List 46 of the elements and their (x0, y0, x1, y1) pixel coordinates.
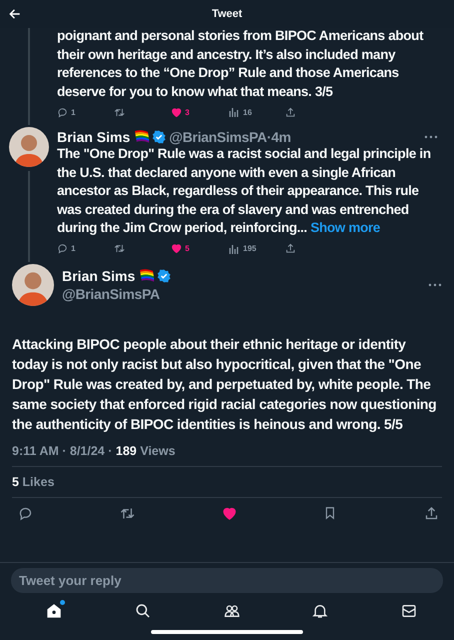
avatar[interactable] (8, 127, 48, 167)
people-icon[interactable] (224, 603, 240, 619)
share-icon[interactable] (285, 106, 296, 118)
verified-badge-icon (152, 130, 166, 144)
reply-icon[interactable] (57, 243, 68, 254)
reply-field[interactable]: Tweet your reply (11, 568, 443, 593)
bar-chart-icon[interactable] (228, 242, 240, 254)
author-handle: @BrianSimsPA (62, 286, 161, 302)
reply-count: 1 (71, 244, 76, 253)
back-arrow-icon[interactable] (8, 7, 22, 21)
header-title: Tweet (212, 8, 242, 20)
bar-chart-icon[interactable] (228, 106, 240, 118)
heart-icon[interactable] (222, 506, 236, 520)
rainbow-flag-icon (133, 130, 150, 144)
view-count: 16 (243, 108, 252, 116)
rainbow-flag-icon (138, 268, 154, 282)
reply-icon[interactable] (18, 506, 33, 520)
like-total[interactable]: 5 Likes (12, 474, 54, 488)
share-icon[interactable] (285, 243, 296, 254)
heart-icon[interactable] (171, 106, 182, 118)
retweet-icon[interactable] (114, 106, 125, 118)
heart-icon[interactable] (171, 243, 182, 254)
tweet-text: Attacking BIPOC people about their ethnic heritage or identity today is not only racist but also hypocritical, given that the "One Drop" Rule was created by, and perpetuated by, white people. The same society that enforced rigid racial categories now questioning the authenticity of BIPOC identities is heinous and wrong. 5/5 (12, 334, 438, 434)
author-name[interactable]: Brian Sims (62, 268, 136, 284)
verified-badge-icon (157, 268, 172, 282)
like-count: 5 (185, 244, 190, 253)
home-icon[interactable] (46, 603, 62, 619)
view-count: 195 (243, 244, 256, 253)
avatar[interactable] (12, 264, 54, 306)
envelope-icon[interactable] (401, 603, 417, 619)
share-icon[interactable] (424, 506, 439, 520)
reply-count: 1 (71, 108, 76, 116)
tweet-text: The "One Drop" Rule was a racist social and legal principle in the U.S. that declared anyone with even a single African ancestor as Black, regardless of their appearance. This rule was created during the era of slavery and was entrenched during the Jim Crow period, reinforcing... Show more (57, 145, 432, 237)
reply-icon[interactable] (57, 106, 68, 118)
more-icon[interactable] (428, 282, 442, 286)
handle-time: @BrianSimsPA·4m (169, 129, 291, 145)
more-icon[interactable] (424, 135, 438, 139)
like-count: 3 (185, 108, 190, 116)
bell-icon[interactable] (312, 603, 328, 619)
show-more-link[interactable]: Show more (310, 220, 380, 235)
search-icon[interactable] (134, 603, 151, 619)
tweet-timestamp-views: 9:11 AM · 8/1/24 · 189 Views (12, 444, 176, 458)
retweet-icon[interactable] (120, 506, 135, 520)
tweet-text: poignant and personal stories from BIPOC Americans about their own heritage and ancestry. It’s also included many references to the “One Drop” Rule and those Americans deserve for you to know what that means. 3/5 (57, 27, 424, 101)
author-name[interactable]: Brian Sims (57, 129, 130, 145)
retweet-icon[interactable] (114, 243, 125, 254)
